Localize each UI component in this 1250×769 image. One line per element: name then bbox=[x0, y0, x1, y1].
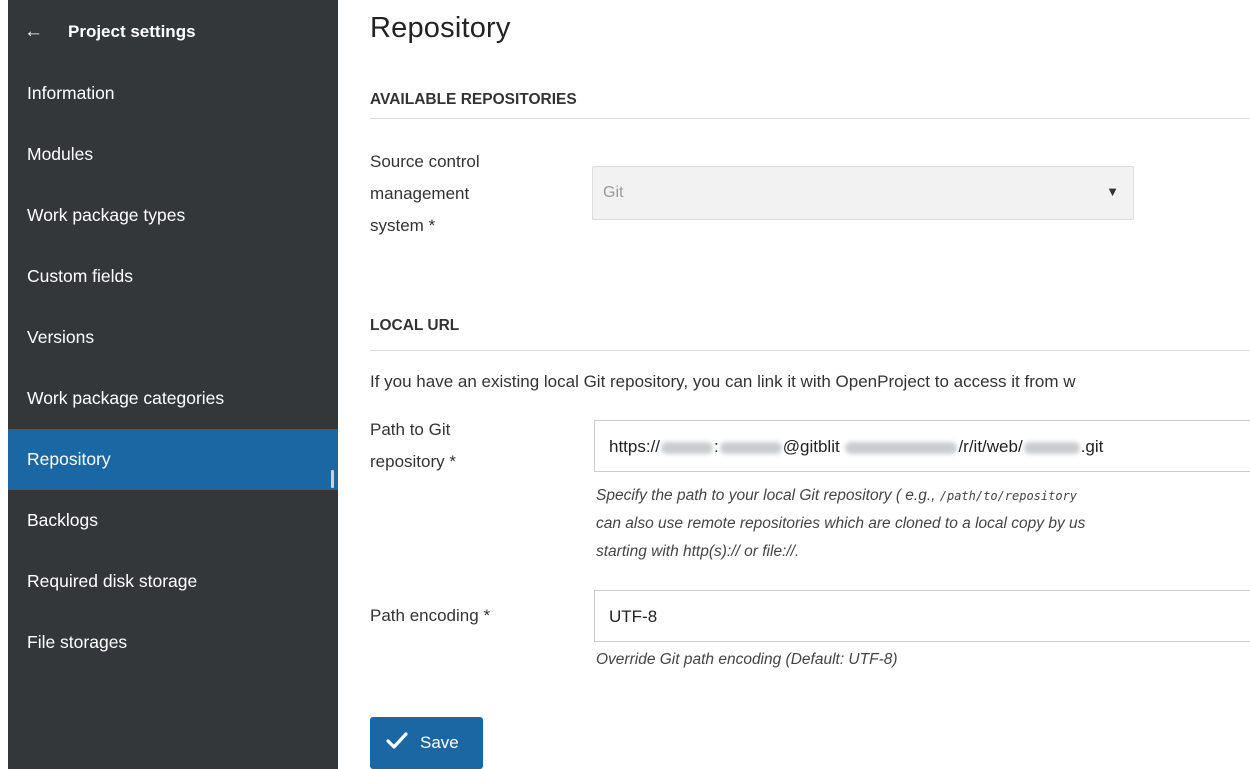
sidebar-item-label: Information bbox=[27, 83, 115, 103]
sidebar-scrollbar[interactable] bbox=[331, 470, 334, 488]
scm-label-line: Source control bbox=[370, 152, 480, 171]
sidebar-header: ← Project settings bbox=[8, 0, 338, 63]
sidebar-item-label: Work package categories bbox=[27, 388, 225, 408]
save-label: Save bbox=[420, 733, 459, 752]
arrow-left-icon[interactable]: ← bbox=[24, 21, 68, 43]
redacted-text bbox=[845, 441, 958, 454]
redacted-text bbox=[719, 441, 782, 454]
redacted-text bbox=[661, 441, 714, 454]
sidebar-item-label: Modules bbox=[27, 144, 94, 164]
path-suffix: .git bbox=[1080, 437, 1104, 456]
scm-label-text: system bbox=[370, 216, 424, 235]
scm-select-value: Git bbox=[603, 184, 624, 201]
sidebar-title: Project settings bbox=[68, 21, 196, 41]
redacted-text bbox=[1023, 441, 1080, 454]
checkmark-icon bbox=[386, 731, 408, 755]
path-encoding-value: UTF-8 bbox=[609, 607, 658, 626]
path-hint-line: starting with http(s):// or file://. bbox=[596, 543, 800, 560]
path-hint-line: Specify the path to your local Git repos… bbox=[596, 482, 1085, 510]
sidebar-item-file-storages[interactable]: File storages bbox=[8, 612, 338, 673]
path-hint-code: /path/to/repository bbox=[939, 489, 1078, 503]
required-marker: * bbox=[428, 216, 436, 235]
path-label-line: repository * bbox=[370, 450, 456, 474]
triangle-down-icon: ▼ bbox=[1106, 184, 1119, 199]
sidebar-item-modules[interactable]: Modules bbox=[8, 124, 338, 185]
project-settings-sidebar: ← Project settings Information Modules W… bbox=[8, 0, 338, 769]
sidebar-item-work-package-categories[interactable]: Work package categories bbox=[8, 368, 338, 429]
sidebar-item-label: Backlogs bbox=[27, 510, 99, 530]
path-encoding-input[interactable]: UTF-8 bbox=[594, 590, 1250, 642]
path-hint-text: Specify the path to your local Git repos… bbox=[596, 487, 940, 504]
sidebar-item-label: Custom fields bbox=[27, 266, 134, 286]
path-label-line: Path to Git bbox=[370, 420, 451, 439]
path-label-text: repository bbox=[370, 452, 445, 471]
save-button[interactable]: Save bbox=[370, 717, 483, 769]
main-content: Repository AVAILABLE REPOSITORIES Source… bbox=[370, 0, 1250, 769]
required-marker: * bbox=[483, 606, 491, 625]
scm-label: Source control management system * bbox=[370, 150, 480, 238]
path-mid: /r/it/web/ bbox=[958, 437, 1023, 456]
local-url-heading: LOCAL URL bbox=[370, 317, 460, 334]
encoding-hint: Override Git path encoding (Default: UTF… bbox=[596, 651, 898, 668]
sidebar-item-work-package-types[interactable]: Work package types bbox=[8, 185, 338, 246]
local-url-intro: If you have an existing local Git reposi… bbox=[370, 372, 1076, 391]
sidebar-item-label: Required disk storage bbox=[27, 571, 198, 591]
sidebar-item-label: File storages bbox=[27, 632, 128, 652]
path-prefix: https:// bbox=[609, 437, 661, 456]
available-repositories-heading: AVAILABLE REPOSITORIES bbox=[370, 91, 577, 108]
divider bbox=[370, 350, 1250, 351]
git-path-value: https://: @gitblit /r/it/web/.git bbox=[609, 437, 1104, 456]
git-path-input[interactable]: https://: @gitblit /r/it/web/.git bbox=[594, 420, 1250, 472]
path-label: Path to Git repository * bbox=[370, 418, 456, 474]
sidebar-item-repository[interactable]: Repository bbox=[8, 429, 338, 490]
sidebar-item-required-disk-storage[interactable]: Required disk storage bbox=[8, 551, 338, 612]
page-title: Repository bbox=[370, 12, 511, 44]
path-hint: Specify the path to your local Git repos… bbox=[596, 482, 1085, 566]
encoding-label: Path encoding * bbox=[370, 604, 490, 628]
sidebar-item-information[interactable]: Information bbox=[8, 63, 338, 124]
encoding-label-text: Path encoding bbox=[370, 606, 479, 625]
sidebar-item-backlogs[interactable]: Backlogs bbox=[8, 490, 338, 551]
sidebar-item-versions[interactable]: Versions bbox=[8, 307, 338, 368]
divider bbox=[370, 118, 1250, 119]
sidebar-item-label: Repository bbox=[27, 449, 111, 469]
path-host: @gitblit bbox=[782, 437, 840, 456]
path-hint-line: can also use remote repositories which a… bbox=[596, 515, 1086, 532]
required-marker: * bbox=[449, 452, 456, 471]
sidebar-item-label: Versions bbox=[27, 327, 95, 347]
scm-label-line: system * bbox=[370, 214, 480, 238]
scm-label-line: management bbox=[370, 184, 470, 203]
sidebar-item-label: Work package types bbox=[27, 205, 186, 225]
sidebar-item-custom-fields[interactable]: Custom fields bbox=[8, 246, 338, 307]
scm-select[interactable]: Git ▼ bbox=[592, 166, 1134, 220]
